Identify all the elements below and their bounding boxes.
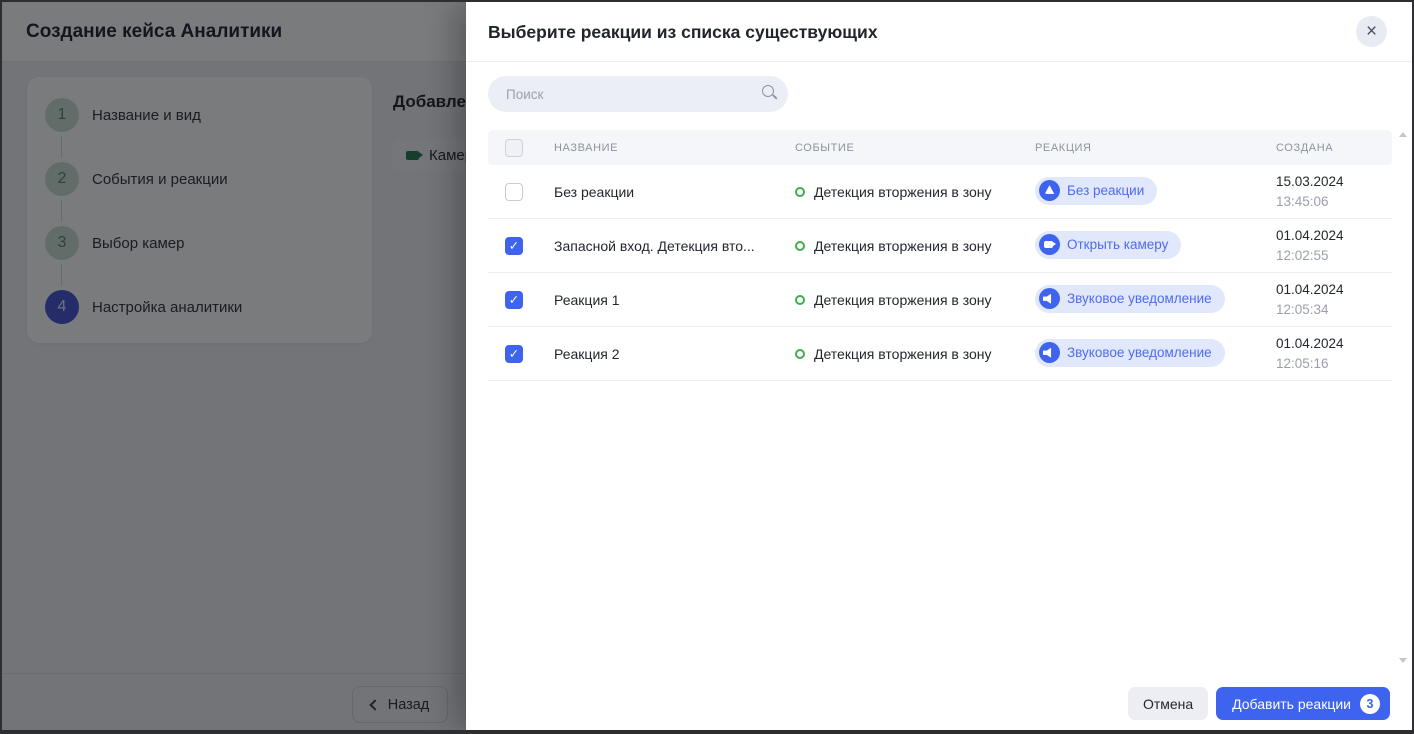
created-time: 12:02:55 [1276, 246, 1392, 266]
row-checkbox[interactable] [505, 345, 523, 363]
table-rows: Без реакции Детекция вторжения в зону Бе… [488, 165, 1392, 381]
window-frame: Создание кейса Аналитики 1 Название и ви… [0, 0, 1414, 734]
reaction-cell: Открыть камеру [1035, 231, 1276, 261]
reaction-badge: Без реакции [1035, 177, 1157, 205]
created-date: 01.04.2024 [1276, 226, 1392, 246]
event-cell: Детекция вторжения в зону [795, 184, 1035, 200]
add-reactions-label: Добавить реакции [1232, 696, 1351, 712]
event-status-icon [795, 241, 805, 251]
reaction-badge-label: Звуковое уведомление [1067, 291, 1212, 306]
row-checkbox[interactable] [505, 291, 523, 309]
reaction-badge: Звуковое уведомление [1035, 339, 1225, 367]
modal-header: Выберите реакции из списка существующих … [466, 2, 1412, 62]
reaction-cell: Без реакции [1035, 177, 1276, 207]
search-wrap [488, 76, 788, 112]
created-cell: 01.04.2024 12:05:34 [1276, 280, 1392, 320]
add-reactions-button[interactable]: Добавить реакции 3 [1216, 687, 1390, 720]
search-input[interactable] [488, 76, 788, 112]
select-reactions-modal: Выберите реакции из списка существующих … [466, 2, 1412, 730]
event-status-icon [795, 295, 805, 305]
created-date: 01.04.2024 [1276, 280, 1392, 300]
column-header-name: НАЗВАНИЕ [554, 142, 795, 154]
event-label: Детекция вторжения в зону [814, 292, 992, 308]
reaction-name: Запасной вход. Детекция вто... [554, 238, 795, 254]
reaction-name: Реакция 2 [554, 346, 795, 362]
table-row[interactable]: Реакция 2 Детекция вторжения в зону Звук… [488, 327, 1392, 381]
reaction-cell: Звуковое уведомление [1035, 285, 1276, 315]
alert-reaction-icon [1039, 180, 1060, 201]
row-checkbox[interactable] [505, 237, 523, 255]
table-header-row: НАЗВАНИЕ СОБЫТИЕ РЕАКЦИЯ СОЗДАНА [488, 130, 1392, 165]
scroll-down-arrow-icon[interactable] [1399, 658, 1407, 663]
scroll-up-arrow-icon[interactable] [1399, 132, 1407, 137]
reaction-badge-label: Без реакции [1067, 183, 1144, 198]
sound-reaction-icon [1039, 342, 1060, 363]
created-date: 15.03.2024 [1276, 172, 1392, 192]
event-label: Детекция вторжения в зону [814, 238, 992, 254]
created-cell: 01.04.2024 12:02:55 [1276, 226, 1392, 266]
row-checkbox[interactable] [505, 183, 523, 201]
event-cell: Детекция вторжения в зону [795, 346, 1035, 362]
created-time: 13:45:06 [1276, 192, 1392, 212]
created-time: 12:05:16 [1276, 354, 1392, 374]
cancel-button[interactable]: Отмена [1128, 687, 1208, 720]
column-header-reaction: РЕАКЦИЯ [1035, 142, 1276, 154]
reaction-badge: Звуковое уведомление [1035, 285, 1225, 313]
screen: Создание кейса Аналитики 1 Название и ви… [2, 2, 1412, 730]
event-label: Детекция вторжения в зону [814, 184, 992, 200]
close-icon: × [1366, 22, 1377, 41]
created-cell: 01.04.2024 12:05:16 [1276, 334, 1392, 374]
reaction-badge: Открыть камеру [1035, 231, 1181, 259]
event-cell: Детекция вторжения в зону [795, 292, 1035, 308]
selected-count-badge: 3 [1360, 694, 1380, 714]
created-cell: 15.03.2024 13:45:06 [1276, 172, 1392, 212]
reaction-cell: Звуковое уведомление [1035, 339, 1276, 369]
reactions-table: НАЗВАНИЕ СОБЫТИЕ РЕАКЦИЯ СОЗДАНА Без реа… [488, 130, 1392, 381]
created-date: 01.04.2024 [1276, 334, 1392, 354]
event-cell: Детекция вторжения в зону [795, 238, 1035, 254]
reaction-name: Без реакции [554, 184, 795, 200]
column-header-event: СОБЫТИЕ [795, 142, 1035, 154]
search-icon [762, 85, 774, 97]
select-all-checkbox[interactable] [505, 139, 523, 157]
modal-title: Выберите реакции из списка существующих [488, 2, 878, 62]
modal-footer: Отмена Добавить реакции 3 [1128, 687, 1390, 720]
close-button[interactable]: × [1356, 16, 1387, 47]
table-row[interactable]: Запасной вход. Детекция вто... Детекция … [488, 219, 1392, 273]
sound-reaction-icon [1039, 288, 1060, 309]
event-status-icon [795, 349, 805, 359]
column-header-created: СОЗДАНА [1276, 142, 1392, 154]
created-time: 12:05:34 [1276, 300, 1392, 320]
event-status-icon [795, 187, 805, 197]
reaction-name: Реакция 1 [554, 292, 795, 308]
camera-reaction-icon [1039, 234, 1060, 255]
table-row[interactable]: Реакция 1 Детекция вторжения в зону Звук… [488, 273, 1392, 327]
reaction-badge-label: Открыть камеру [1067, 237, 1168, 252]
table-row[interactable]: Без реакции Детекция вторжения в зону Бе… [488, 165, 1392, 219]
reaction-badge-label: Звуковое уведомление [1067, 345, 1212, 360]
event-label: Детекция вторжения в зону [814, 346, 992, 362]
